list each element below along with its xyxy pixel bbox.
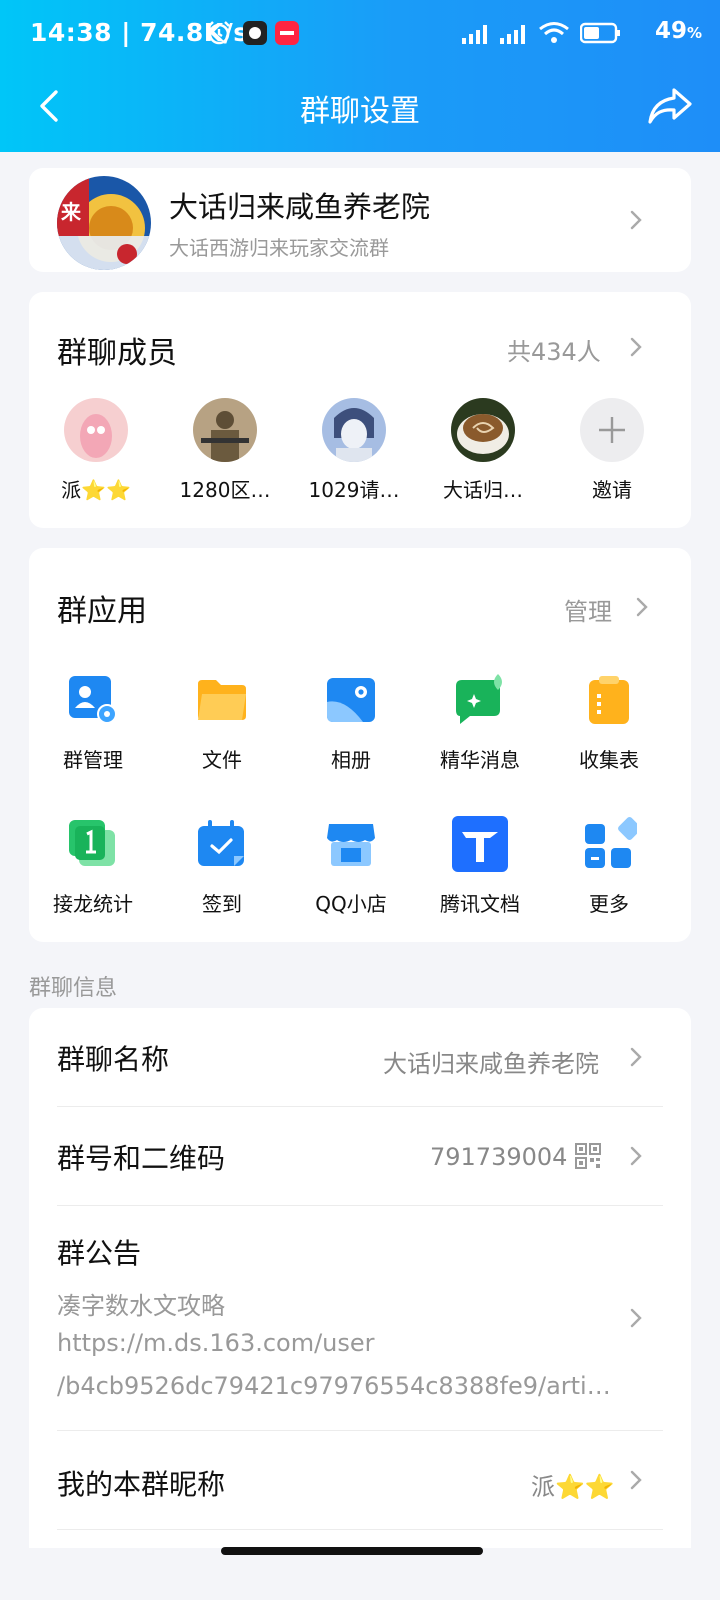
app-label: 腾讯文档	[440, 892, 520, 916]
group-name-row[interactable]: 群聊名称 大话归来咸鱼养老院	[29, 1008, 691, 1106]
member-item[interactable]: 大话归…	[423, 398, 543, 503]
my-nickname-value: 派⭐⭐	[531, 1473, 615, 1501]
app-essence-messages[interactable]: 精华消息	[420, 672, 540, 773]
group-notice-row[interactable]: 群公告 凑字数水文攻略 https://m.ds.163.com/user /b…	[29, 1206, 691, 1430]
group-info-section-label: 群聊信息	[29, 976, 118, 1001]
chevron-right-icon	[629, 209, 643, 231]
app-more[interactable]: 更多	[549, 816, 669, 917]
notice-line: 凑字数水文攻略	[57, 1292, 225, 1320]
album-icon	[327, 678, 375, 722]
member-name: 派⭐⭐	[61, 478, 131, 502]
qr-code-icon	[575, 1143, 601, 1169]
wifi-icon	[539, 22, 569, 43]
header: 14:38 | 74.8K/s 49% 群聊设置	[0, 0, 720, 152]
group-manage-icon	[69, 676, 117, 724]
group-apps-card: 群应用 管理 群管理 文件 相册 精华消息 收集表 接龙统计 签到 QQ小店 腾…	[29, 548, 691, 942]
more-grid-icon	[585, 816, 642, 868]
calendar-checkin-icon	[198, 820, 244, 866]
xiaohongshu-icon	[275, 21, 299, 45]
nav-bar: 群聊设置	[0, 70, 720, 152]
group-number-title: 群号和二维码	[57, 1142, 226, 1175]
group-notice-title: 群公告	[57, 1237, 142, 1270]
member-name: 1280区…	[179, 478, 271, 502]
group-number-value: 791739004	[430, 1143, 568, 1171]
clipboard-icon	[589, 676, 629, 724]
page-title: 群聊设置	[300, 94, 420, 129]
chevron-right-icon	[629, 1469, 643, 1491]
invite-label: 邀请	[592, 478, 632, 502]
member-name: 1029请…	[308, 478, 400, 502]
chevron-right-icon	[629, 336, 643, 358]
essence-message-icon	[456, 674, 502, 724]
members-title: 群聊成员	[57, 336, 177, 371]
share-icon[interactable]	[646, 82, 694, 130]
group-profile-card[interactable]: 来 大话归来咸鱼养老院 大话西游归来玩家交流群	[29, 168, 691, 272]
member-avatar	[322, 398, 386, 462]
my-nickname-row[interactable]: 我的本群昵称 派⭐⭐	[29, 1431, 691, 1529]
app-label: 文件	[202, 748, 242, 772]
app-collection-form[interactable]: 收集表	[549, 672, 669, 773]
member-avatar	[64, 398, 128, 462]
notice-line: /b4cb9526dc79421c97976554c8388fe9/articl…	[57, 1372, 621, 1400]
chevron-right-icon	[629, 1307, 643, 1329]
signal-icon-1	[462, 25, 487, 44]
plus-icon	[580, 398, 644, 462]
member-item[interactable]: 1280区…	[165, 398, 285, 503]
battery-level: 49%	[654, 18, 702, 44]
apps-title: 群应用	[57, 594, 147, 629]
group-info-card: 群聊名称 大话归来咸鱼养老院 群号和二维码 791739004 群公告 凑字数水…	[29, 1008, 691, 1548]
home-indicator[interactable]	[221, 1547, 483, 1555]
my-nickname-title: 我的本群昵称	[57, 1468, 226, 1501]
divider	[57, 1529, 663, 1530]
app-label: 接龙统计	[53, 892, 133, 916]
status-bar: 14:38 | 74.8K/s 49%	[0, 0, 720, 70]
folder-icon	[198, 680, 246, 720]
apps-manage-link[interactable]: 管理	[564, 592, 612, 627]
app-label: 相册	[331, 748, 371, 772]
app-qq-shop[interactable]: QQ小店	[291, 816, 411, 917]
app-label: 收集表	[579, 748, 639, 772]
group-avatar-text: 来	[61, 200, 81, 224]
chevron-right-icon	[629, 1145, 643, 1167]
members-card: 群聊成员 共434人 派⭐⭐ 1280区… 1029请… 大话归… 邀请	[29, 292, 691, 528]
app-label: 签到	[202, 892, 242, 916]
app-album[interactable]: 相册	[291, 672, 411, 773]
app-label: 群管理	[63, 748, 123, 772]
group-name-title: 群聊名称	[57, 1043, 170, 1076]
chevron-right-icon	[635, 596, 649, 618]
member-name: 大话归…	[443, 478, 523, 502]
group-avatar: 来	[57, 176, 151, 270]
app-tencent-docs[interactable]: 腾讯文档	[420, 816, 540, 917]
signal-icon-2	[500, 25, 525, 44]
group-number-row[interactable]: 群号和二维码 791739004	[29, 1107, 691, 1205]
group-description: 大话西游归来玩家交流群	[169, 236, 389, 260]
app-label: QQ小店	[315, 892, 387, 916]
member-avatar	[193, 398, 257, 462]
notice-line: https://m.ds.163.com/user	[57, 1329, 375, 1357]
tencent-docs-icon	[452, 816, 508, 872]
chevron-right-icon	[629, 1046, 643, 1068]
relay-count-icon	[69, 820, 115, 866]
app-group-manage[interactable]: 群管理	[33, 672, 153, 773]
app-files[interactable]: 文件	[162, 672, 282, 773]
app-label: 精华消息	[440, 748, 520, 772]
app-checkin[interactable]: 签到	[162, 816, 282, 917]
group-name: 大话归来咸鱼养老院	[169, 190, 431, 224]
member-item[interactable]: 派⭐⭐	[36, 398, 156, 503]
shop-icon	[327, 824, 375, 866]
app-relay-count[interactable]: 接龙统计	[33, 816, 153, 917]
invite-button[interactable]: 邀请	[552, 398, 672, 503]
app-label: 更多	[589, 892, 629, 916]
battery-icon	[580, 22, 620, 44]
group-name-value: 大话归来咸鱼养老院	[383, 1050, 599, 1078]
app-notification-icon	[243, 21, 267, 45]
members-count[interactable]: 共434人	[507, 332, 601, 367]
member-avatar	[451, 398, 515, 462]
member-item[interactable]: 1029请…	[294, 398, 414, 503]
alarm-icon	[208, 21, 230, 45]
